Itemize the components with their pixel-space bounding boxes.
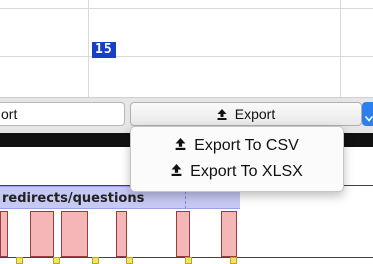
grid-column-divider: [88, 0, 89, 97]
grid-column-divider: [340, 0, 341, 97]
export-button-label: Export: [234, 106, 276, 122]
upload-icon: [217, 104, 227, 126]
menu-item-label: Export To CSV: [194, 137, 299, 155]
menu-item-export-xlsx[interactable]: Export To XLSX: [131, 160, 343, 184]
dropdown-toggle[interactable]: [362, 102, 373, 126]
timeline-marker: [126, 257, 133, 264]
timeline-marker: [92, 257, 99, 264]
timeline-bar[interactable]: [30, 211, 54, 257]
menu-item-export-csv[interactable]: Export To CSV: [131, 134, 343, 158]
upload-icon: [175, 134, 186, 158]
timeline-bar[interactable]: [0, 211, 8, 257]
timeline-bar[interactable]: [116, 211, 127, 257]
export-button[interactable]: Export: [130, 102, 362, 126]
timeline-bar[interactable]: [61, 211, 88, 257]
timeline-marker: [53, 257, 60, 264]
sort-input[interactable]: ort: [0, 102, 125, 126]
export-menu: Export To CSV Export To XLSX: [130, 126, 344, 192]
grid-row-divider: [0, 8, 373, 9]
timeline-marker: [230, 257, 237, 264]
timeline-marker: [185, 257, 192, 264]
timeline-bar[interactable]: [176, 211, 190, 257]
timeline-bar[interactable]: [221, 211, 237, 257]
timeline-marker: [16, 257, 23, 264]
menu-item-label: Export To XLSX: [190, 163, 303, 181]
chevron-down-icon: [364, 109, 373, 127]
grid-row-divider: [0, 56, 373, 57]
data-grid: 15: [0, 0, 373, 97]
selected-cell-value[interactable]: 15: [92, 42, 116, 58]
app-frame: 15 ort Export redirects/questions Export…: [0, 0, 373, 264]
upload-icon: [171, 160, 182, 184]
